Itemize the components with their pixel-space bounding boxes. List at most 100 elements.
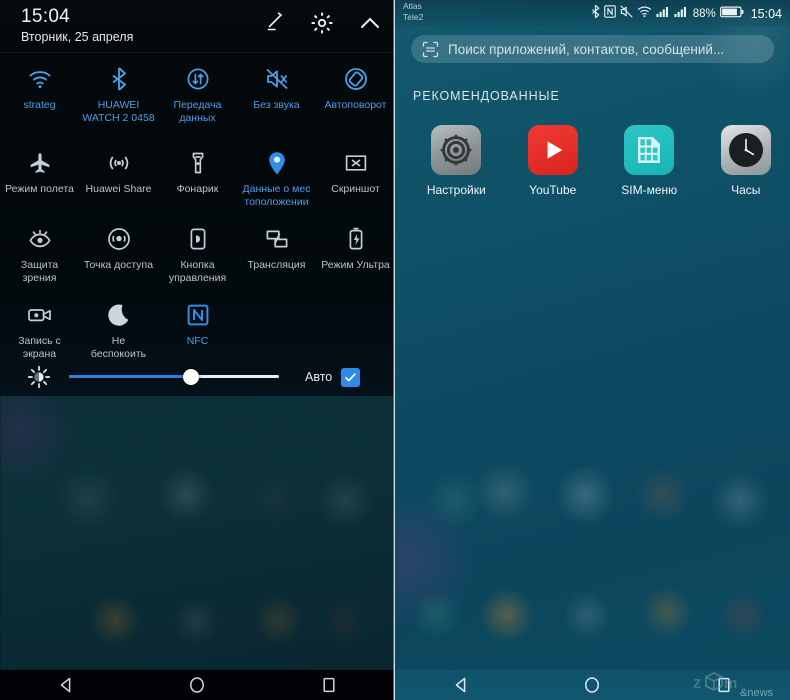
youtube-play-app-icon: [527, 125, 578, 175]
toggle-screen-recorder[interactable]: Запись с экрана: [0, 292, 79, 364]
search-placeholder: Поиск приложений, контактов, сообщений..…: [448, 41, 725, 57]
auto-brightness-label: Авто: [305, 370, 333, 384]
location-pin-icon: [266, 148, 288, 178]
shade-header-actions: [261, 10, 383, 36]
battery-percent-label: 88%: [692, 8, 716, 20]
left-navigation-bar: [0, 670, 395, 700]
status-bar: Atlas Tele2 88% 15:04: [395, 0, 790, 27]
shade-clock-date: Вторник, 25 апреля: [21, 30, 134, 44]
collapse-chevron-up-icon[interactable]: [357, 10, 383, 36]
brightness-slider[interactable]: [69, 369, 279, 385]
toggle-label: Скриншот: [331, 183, 380, 195]
toggle-row-4: Запись с экрана Не беспокоить NFC: [0, 292, 395, 364]
toggle-cast[interactable]: Трансляция: [237, 216, 316, 292]
toggle-label: strateg: [23, 99, 56, 111]
toggle-label: Режим Ультра: [321, 259, 390, 271]
back-triangle-icon[interactable]: [36, 670, 96, 700]
home-circle-icon[interactable]: [167, 670, 227, 700]
toggle-row-3: Защита зрения Точка доступа Кнопка управ…: [0, 216, 395, 292]
do-not-disturb-moon-icon: [106, 300, 132, 330]
toggle-nfc[interactable]: NFC: [158, 292, 237, 364]
cast-icon: [264, 224, 290, 254]
auto-brightness-checkbox[interactable]: [341, 367, 361, 387]
app-item-sim-menu[interactable]: SIM-меню: [605, 125, 694, 197]
toggle-empty-slot-2: [316, 292, 395, 364]
clock-app-icon: [720, 125, 771, 175]
brightness-sun-icon: [27, 365, 51, 389]
quick-toggle-grid: strateg HUAWEI WATCH 2 0458 Передача дан…: [0, 56, 395, 364]
status-bar-icons: 88% 15:04: [591, 4, 782, 24]
huawei-share-icon: [106, 148, 132, 178]
edit-pencil-icon[interactable]: [261, 10, 287, 36]
toggle-label: Защита зрения: [20, 259, 59, 284]
signal-sim1-icon: [656, 5, 670, 23]
toggle-huawei-share[interactable]: Huawei Share: [79, 140, 158, 216]
gear-icon[interactable]: [309, 10, 335, 36]
brightness-row: Авто: [0, 358, 395, 396]
carrier-line-2: Tele2: [403, 12, 424, 22]
toggle-mute[interactable]: Без звука: [237, 56, 316, 140]
toggle-mobile-data[interactable]: Передача данных: [158, 56, 237, 140]
search-bar[interactable]: Поиск приложений, контактов, сообщений..…: [411, 35, 774, 63]
toggle-floating-button[interactable]: Кнопка управления: [158, 216, 237, 292]
toggle-label: Фонарик: [176, 183, 219, 195]
home-circle-icon[interactable]: [562, 670, 622, 700]
mute-icon: [620, 5, 633, 23]
data-transfer-icon: [185, 64, 211, 94]
toggle-location[interactable]: Данные о мес тоположении: [237, 140, 316, 216]
slider-knob[interactable]: [182, 369, 199, 385]
app-item-youtube[interactable]: YouTube: [509, 125, 598, 197]
toggle-label: NFC: [186, 335, 209, 347]
toggle-hotspot[interactable]: Точка доступа: [79, 216, 158, 292]
toggle-flashlight[interactable]: Фонарик: [158, 140, 237, 216]
scan-qr-icon[interactable]: [422, 41, 439, 58]
toggle-airplane-mode[interactable]: Режим полета: [0, 140, 79, 216]
toggle-auto-rotate[interactable]: Автоповорот: [316, 56, 395, 140]
wifi-icon: [27, 64, 53, 94]
toggle-label: HUAWEI WATCH 2 0458: [82, 99, 155, 124]
sim-menu-app-icon: [624, 125, 675, 175]
right-phone-screen: Atlas Tele2 88% 15:04 Поиск приложений, …: [395, 0, 790, 700]
back-triangle-icon[interactable]: [431, 670, 491, 700]
ultra-power-icon: [346, 224, 366, 254]
toggle-screenshot[interactable]: Скриншот: [316, 140, 395, 216]
shade-clock-time: 15:04: [21, 6, 71, 27]
app-label: SIM-меню: [621, 183, 678, 197]
toggle-row-2: Режим полета Huawei Share Фонарик Данные…: [0, 140, 395, 216]
screenshot-root: 15:04 Вторник, 25 апреля strateg HUAWEI …: [0, 0, 790, 700]
toggle-label: Данные о мес тоположении: [242, 183, 311, 208]
toggle-label: Режим полета: [5, 183, 74, 195]
toggle-eye-protection[interactable]: Защита зрения: [0, 216, 79, 292]
toggle-label: Huawei Share: [85, 183, 152, 195]
nfc-icon: [186, 300, 210, 330]
app-item-clock[interactable]: Часы: [702, 125, 790, 197]
left-phone-screen: 15:04 Вторник, 25 апреля strateg HUAWEI …: [0, 0, 395, 700]
screenshot-icon: [343, 148, 369, 178]
recommended-section-title: РЕКОМЕНДОВАННЫЕ: [413, 89, 560, 103]
eye-protection-icon: [27, 224, 53, 254]
nfc-icon: [603, 5, 616, 23]
toggle-label: Автоповорот: [324, 99, 387, 111]
toggle-ultra-power-saving[interactable]: Режим Ультра: [316, 216, 395, 292]
bluetooth-icon: [109, 64, 129, 94]
wifi-icon: [637, 5, 652, 23]
recommended-apps-row: Настройки YouTube SIM-меню Часы: [395, 125, 790, 197]
battery-icon: [719, 5, 744, 23]
bluetooth-icon: [591, 4, 600, 24]
zoom-news-watermark-icon: z m &news: [692, 669, 786, 699]
toggle-do-not-disturb[interactable]: Не беспокоить: [79, 292, 158, 364]
toggle-wifi[interactable]: strateg: [0, 56, 79, 140]
settings-gear-app-icon: [431, 125, 482, 175]
carrier-names: Atlas Tele2: [403, 1, 423, 23]
svg-text:&news: &news: [740, 687, 774, 699]
slider-fill: [69, 375, 191, 378]
mute-icon: [264, 64, 290, 94]
recents-square-icon[interactable]: [299, 670, 359, 700]
shade-header: 15:04 Вторник, 25 апреля: [0, 0, 395, 52]
status-bar-clock: 15:04: [750, 7, 782, 21]
toggle-label: Трансляция: [247, 259, 306, 271]
app-item-settings[interactable]: Настройки: [412, 125, 501, 197]
flashlight-icon: [185, 148, 211, 178]
screen-record-icon: [26, 300, 54, 330]
toggle-bluetooth[interactable]: HUAWEI WATCH 2 0458: [79, 56, 158, 140]
